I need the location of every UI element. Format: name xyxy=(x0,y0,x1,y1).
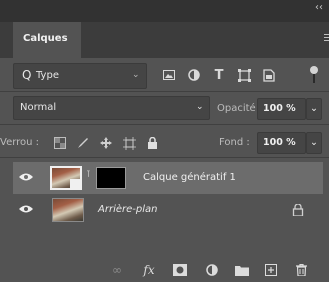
fill-dropdown-button[interactable]: ⌄ xyxy=(306,132,322,154)
fx-icon[interactable]: fx xyxy=(140,262,158,278)
lock-position-icon[interactable] xyxy=(98,135,114,151)
tab-layers-label: Calques xyxy=(23,33,68,44)
layer-mask-thumbnail[interactable] xyxy=(96,167,126,189)
lock-image-pixels-icon[interactable] xyxy=(75,135,91,151)
image-filter-icon[interactable] xyxy=(160,66,178,84)
divider xyxy=(0,91,329,92)
blend-mode-value: Normal xyxy=(20,102,57,113)
layer-name[interactable]: Calque génératif 1 xyxy=(143,172,236,183)
collapse-panel-button[interactable]: ‹‹ xyxy=(315,2,323,13)
panel-tab-bar: Calques xyxy=(0,22,329,58)
lock-artboard-icon[interactable] xyxy=(121,135,137,151)
layers-panel-footer: ∞ fx xyxy=(0,258,329,282)
blend-mode-select[interactable]: Normal ⌄ xyxy=(13,96,210,120)
layer-row-background[interactable]: Arrière-plan xyxy=(13,194,323,226)
lock-label: Verrou : xyxy=(0,137,40,148)
filter-toggle-switch[interactable] xyxy=(310,66,318,84)
layer-row-generative[interactable]: ⊺ Calque génératif 1 xyxy=(13,162,323,194)
lock-icon[interactable] xyxy=(292,204,304,216)
layer-thumbnail xyxy=(52,198,84,222)
link-layers-icon[interactable]: ∞ xyxy=(108,262,126,278)
search-icon: Q xyxy=(22,68,32,82)
adjustment-filter-icon[interactable] xyxy=(185,66,203,84)
lock-transparent-pixels-icon[interactable] xyxy=(52,135,68,151)
adjustment-layer-icon[interactable] xyxy=(203,262,221,278)
link-icon[interactable]: ⊺ xyxy=(86,170,94,186)
shape-filter-icon[interactable] xyxy=(235,66,253,84)
chevron-down-icon: ⌄ xyxy=(310,137,318,148)
opacity-value: 100 % xyxy=(263,103,296,114)
smart-object-badge-icon xyxy=(70,179,80,188)
lock-all-icon[interactable] xyxy=(144,135,160,151)
type-filter-icon[interactable]: T xyxy=(210,66,228,84)
layer-name[interactable]: Arrière-plan xyxy=(98,204,157,215)
eye-icon[interactable] xyxy=(19,204,33,214)
layer-filter-label: Type xyxy=(36,70,59,81)
chevron-down-icon: ⌄ xyxy=(196,102,204,112)
opacity-label: Opacité : xyxy=(217,103,263,114)
smart-object-filter-icon[interactable] xyxy=(260,66,278,84)
chevron-down-icon: ⌄ xyxy=(132,70,140,80)
new-layer-icon[interactable] xyxy=(262,262,280,278)
folder-icon[interactable] xyxy=(233,262,251,278)
divider xyxy=(0,157,329,158)
opacity-dropdown-button[interactable]: ⌄ xyxy=(306,98,322,120)
divider xyxy=(0,124,329,125)
layer-filter-select[interactable]: Q Type ⌄ xyxy=(13,63,147,89)
fill-input[interactable]: 100 % xyxy=(257,132,306,154)
trash-icon[interactable] xyxy=(292,262,310,278)
opacity-input[interactable]: 100 % xyxy=(257,98,306,120)
eye-icon[interactable] xyxy=(19,172,33,182)
add-mask-icon[interactable] xyxy=(171,262,189,278)
tab-layers[interactable]: Calques xyxy=(13,22,81,58)
chevron-down-icon: ⌄ xyxy=(310,103,318,114)
fill-label: Fond : xyxy=(219,137,250,148)
panel-menu-icon[interactable] xyxy=(324,34,329,43)
fill-value: 100 % xyxy=(263,137,296,148)
panel-top-bar: ‹‹ xyxy=(0,0,329,22)
